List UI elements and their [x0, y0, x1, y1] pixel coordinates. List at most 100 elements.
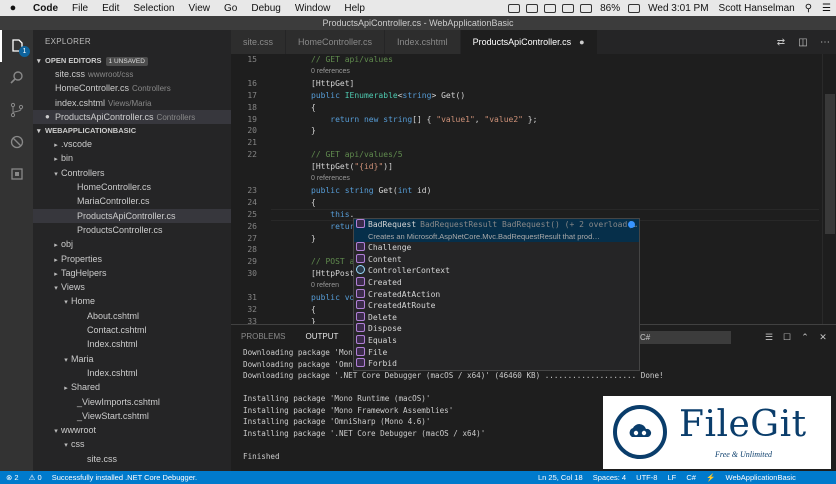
tree-folder[interactable]: ▾ Maria: [33, 352, 231, 366]
tree-file[interactable]: ProductsController.cs: [33, 223, 231, 237]
suggest-item[interactable]: File: [354, 346, 639, 359]
cloud-icon[interactable]: [526, 3, 539, 13]
code-line[interactable]: 22 // GET api/values/5: [231, 149, 821, 161]
tree-file[interactable]: ProductsApiController.cs: [33, 208, 231, 223]
tree-folder[interactable]: ▸ Shared: [33, 380, 231, 394]
tab-home-controller[interactable]: HomeController.cs: [286, 30, 386, 54]
open-editor-item[interactable]: site.css wwwroot/css: [33, 67, 231, 81]
status-errors[interactable]: ⊗ 2: [6, 473, 19, 482]
code-line[interactable]: 16 [HttpGet]: [231, 78, 821, 90]
tree-folder[interactable]: ▾ Home: [33, 294, 231, 308]
tree-folder[interactable]: ▾ wwwroot: [33, 423, 231, 437]
tree-file[interactable]: Contact.cshtml: [33, 323, 231, 337]
suggest-item[interactable]: Created: [354, 276, 639, 289]
tree-file[interactable]: _ViewStart.cshtml: [33, 409, 231, 423]
menu-clock[interactable]: Wed 3:01 PM: [643, 3, 713, 14]
tree-file[interactable]: Index.cshtml: [33, 366, 231, 380]
extensions-icon[interactable]: [0, 158, 33, 190]
menu-edit[interactable]: Edit: [95, 3, 126, 14]
code-line[interactable]: 23 public string Get(int id): [231, 185, 821, 197]
status-cursor-position[interactable]: Ln 25, Col 18: [538, 473, 583, 482]
notification-center-icon[interactable]: ☰: [817, 3, 836, 14]
output-channel-select[interactable]: C#: [636, 331, 731, 344]
volume-icon[interactable]: [580, 3, 593, 13]
tab-site-css[interactable]: site.css: [231, 30, 287, 54]
dropbox-icon[interactable]: [508, 3, 521, 13]
tree-file[interactable]: HomeController.cs: [33, 180, 231, 194]
code-line[interactable]: 24 {: [231, 197, 821, 209]
tree-folder[interactable]: ▸ .vscode: [33, 137, 231, 151]
tab-products-api-controller[interactable]: ProductsApiController.cs ●: [460, 30, 598, 54]
tree-file[interactable]: site.css: [33, 452, 231, 466]
open-editor-item-active[interactable]: ● ProductsApiController.cs Controllers: [33, 109, 231, 125]
menu-user[interactable]: Scott Hanselman: [714, 3, 800, 14]
suggest-item[interactable]: Equals: [354, 334, 639, 347]
code-line[interactable]: 0 references: [231, 173, 821, 185]
code-line[interactable]: 18 {: [231, 102, 821, 114]
source-control-icon[interactable]: [0, 94, 33, 126]
menu-view[interactable]: View: [182, 3, 218, 14]
code-line[interactable]: 20}: [231, 125, 821, 137]
tree-folder[interactable]: ▸ Properties: [33, 252, 231, 266]
maximize-panel-icon[interactable]: ⌃: [796, 332, 814, 343]
suggest-item[interactable]: CreatedAtAction: [354, 288, 639, 301]
menu-debug[interactable]: Debug: [244, 3, 287, 14]
menu-go[interactable]: Go: [217, 3, 244, 14]
search-icon[interactable]: [0, 62, 33, 94]
tree-folder[interactable]: ▸ bin: [33, 151, 231, 165]
code-line[interactable]: 15 // GET api/values: [231, 54, 821, 66]
menu-help[interactable]: Help: [337, 3, 372, 14]
status-warnings[interactable]: ⚠ 0: [29, 473, 42, 482]
wifi-icon[interactable]: [562, 3, 575, 13]
close-panel-icon[interactable]: ✕: [814, 332, 832, 343]
bluetooth-icon[interactable]: [544, 3, 557, 13]
tree-folder[interactable]: ▾ css: [33, 437, 231, 451]
modified-dot-icon[interactable]: ●: [579, 37, 584, 47]
tree-folder[interactable]: ▸ obj: [33, 237, 231, 251]
status-language[interactable]: C#: [686, 473, 696, 482]
tab-output[interactable]: OUTPUT: [295, 325, 348, 349]
suggest-item[interactable]: Content: [354, 253, 639, 266]
status-project[interactable]: WebApplicationBasic: [726, 473, 796, 482]
project-header[interactable]: ▾ WEBAPPLICATIONBASIC: [33, 124, 231, 137]
tab-index-cshtml[interactable]: Index.cshtml: [385, 30, 461, 54]
open-editor-item[interactable]: HomeController.cs Controllers: [33, 81, 231, 95]
codelens-references[interactable]: 0 references: [311, 173, 350, 185]
open-changes-icon[interactable]: ⇄: [770, 37, 792, 48]
status-indentation[interactable]: Spaces: 4: [593, 473, 626, 482]
menu-file[interactable]: File: [65, 3, 95, 14]
status-encoding[interactable]: UTF-8: [636, 473, 657, 482]
spotlight-icon[interactable]: ⚲: [800, 3, 817, 14]
suggest-item-selected[interactable]: BadRequest BadRequestResult BadRequest() …: [354, 219, 639, 231]
status-line-ending[interactable]: LF: [668, 473, 677, 482]
tree-folder[interactable]: ▾ Views: [33, 280, 231, 294]
apple-menu-icon[interactable]: ●: [0, 2, 26, 14]
suggest-item[interactable]: ControllerContext: [354, 265, 639, 277]
clear-output-icon[interactable]: ☰: [760, 332, 778, 343]
tree-folder[interactable]: ▾ Controllers: [33, 166, 231, 180]
tab-problems[interactable]: PROBLEMS: [231, 325, 295, 349]
code-line[interactable]: 21: [231, 137, 821, 149]
code-line[interactable]: 0 references: [231, 66, 821, 78]
suggest-item[interactable]: Delete: [354, 311, 639, 324]
suggest-item[interactable]: Challenge: [354, 242, 639, 254]
explorer-icon[interactable]: 1: [0, 30, 33, 62]
suggest-item[interactable]: CreatedAtRoute: [354, 300, 639, 312]
tree-file[interactable]: _ViewImports.cshtml: [33, 395, 231, 409]
tree-folder[interactable]: ▸ TagHelpers: [33, 266, 231, 280]
scrollbar-thumb[interactable]: [825, 94, 835, 234]
more-actions-icon[interactable]: ⋯: [814, 37, 836, 48]
tree-file[interactable]: MariaController.cs: [33, 194, 231, 208]
suggest-item[interactable]: Forbid: [354, 358, 639, 370]
tree-file[interactable]: About.cshtml: [33, 309, 231, 323]
menu-selection[interactable]: Selection: [126, 3, 181, 14]
tree-file[interactable]: Index.cshtml: [33, 337, 231, 351]
open-editor-item[interactable]: index.cshtml Views/Maria: [33, 96, 231, 110]
status-omnisharp-icon[interactable]: ⚡: [706, 473, 715, 482]
battery-icon[interactable]: [628, 3, 641, 13]
split-editor-icon[interactable]: ◫: [792, 37, 814, 48]
code-line[interactable]: [HttpGet("{id}")]: [231, 161, 821, 173]
open-editors-header[interactable]: ▾ OPEN EDITORS 1 UNSAVED: [33, 54, 231, 67]
codelens-references[interactable]: 0 references: [311, 66, 350, 78]
code-line[interactable]: 19 return new string[] { "value1", "valu…: [231, 114, 821, 126]
